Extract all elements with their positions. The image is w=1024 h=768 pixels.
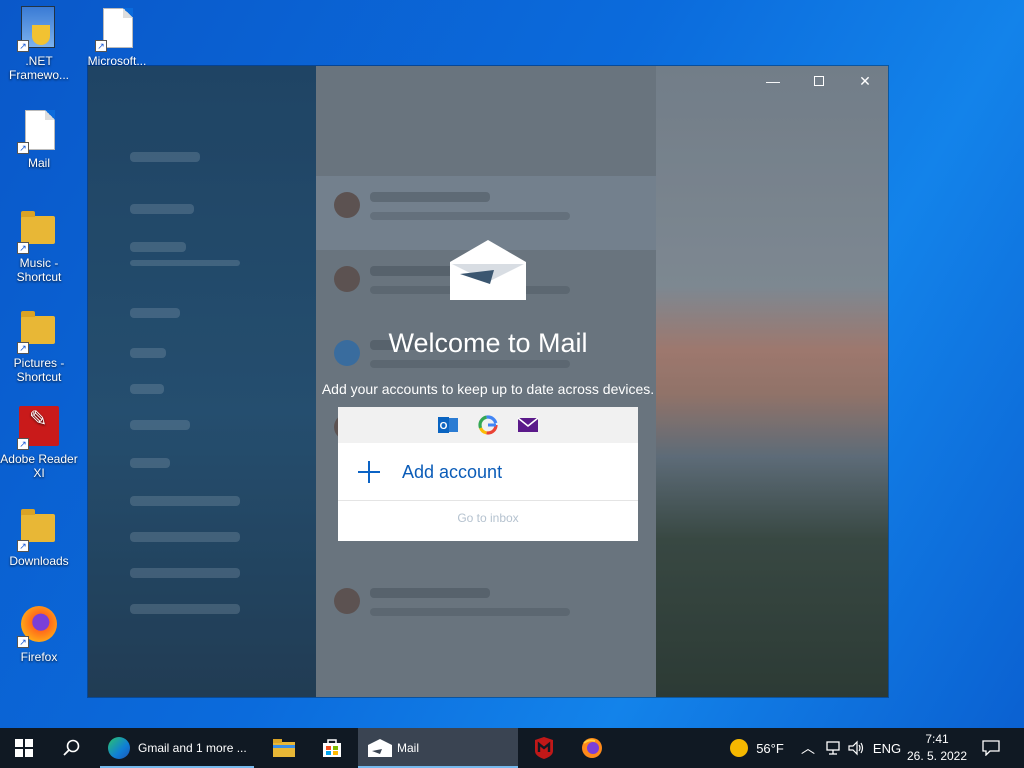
desktop-icon-firefox[interactable]: ↗ Firefox (0, 602, 78, 664)
account-card: O Add account Go to inbox (338, 407, 638, 541)
document-icon (103, 8, 133, 48)
welcome-title: Welcome to Mail (388, 328, 588, 358)
desktop-icon-dotnet[interactable]: ↗ .NET Framewo... (0, 6, 78, 82)
taskbar-app-label: Gmail and 1 more ... (138, 741, 247, 755)
show-hidden-icons-button[interactable]: ︿ (798, 728, 818, 768)
desktop-icon-label: Downloads (9, 554, 69, 568)
start-button[interactable] (0, 728, 48, 768)
weather-temperature: 56°F (756, 740, 784, 756)
outlook-icon: O (437, 414, 459, 436)
volume-icon[interactable] (846, 728, 868, 768)
sun-icon (730, 739, 749, 757)
maximize-icon (814, 76, 824, 86)
document-icon (25, 110, 55, 150)
desktop-icon-microsoft[interactable]: ↗ Microsoft... (78, 6, 156, 68)
taskbar-app-label: Mail (397, 741, 420, 755)
desktop-icon-downloads[interactable]: ↗ Downloads (0, 506, 78, 568)
taskbar-app-mail[interactable]: Mail (358, 728, 518, 768)
desktop-icon-label: Mail (27, 156, 50, 170)
taskbar-app-file-explorer[interactable] (260, 728, 308, 768)
desktop-icon-music[interactable]: ↗ Music - Shortcut (0, 208, 78, 284)
mail-envelope-icon (450, 240, 526, 300)
clock-time: 7:41 (925, 732, 949, 746)
network-icon[interactable] (822, 728, 844, 768)
close-button[interactable]: ✕ (842, 66, 888, 96)
clock[interactable]: 7:41 26. 5. 2022 (904, 728, 970, 768)
desktop-icon-adobe-reader[interactable]: ↗ Adobe Reader XI (0, 404, 78, 480)
add-account-button[interactable]: Add account (338, 444, 638, 500)
taskbar-app-store[interactable] (308, 728, 356, 768)
notifications-button[interactable] (976, 728, 1006, 768)
file-explorer-icon (273, 739, 295, 757)
welcome-subtitle: Add your accounts to keep up to date acr… (321, 381, 655, 397)
clock-date: 26. 5. 2022 (906, 749, 968, 763)
taskbar-app-edge[interactable]: Gmail and 1 more ... (100, 728, 254, 768)
mail-icon (368, 739, 392, 757)
search-button[interactable] (48, 728, 96, 768)
add-account-label: Add account (402, 461, 503, 482)
language-indicator[interactable]: ENG (872, 728, 902, 768)
provider-row: O (338, 407, 638, 443)
minimize-button[interactable]: — (750, 66, 796, 96)
taskbar-app-mcafee[interactable] (520, 728, 568, 768)
search-icon (63, 739, 80, 756)
desktop-icon-pictures[interactable]: ↗ Pictures - Shortcut (0, 308, 78, 384)
taskbar-app-firefox[interactable] (568, 728, 616, 768)
firefox-icon (582, 738, 602, 758)
desktop-icon-label: Adobe Reader XI (0, 452, 78, 480)
divider (338, 500, 638, 501)
google-icon (477, 414, 499, 436)
svg-text:O: O (440, 421, 448, 432)
store-icon (323, 739, 341, 757)
desktop-icon-mail[interactable]: ↗ Mail (0, 108, 78, 170)
folder-icon (21, 211, 55, 244)
weather-widget[interactable]: 56°F (724, 728, 790, 768)
folder-icon (21, 509, 55, 542)
notification-icon (982, 740, 1000, 756)
edge-icon (108, 737, 130, 759)
maximize-button[interactable] (796, 66, 842, 96)
mail-window[interactable]: — ✕ Welcome to Mail Add your accounts to… (88, 66, 888, 697)
desktop-icon-label: Firefox (20, 650, 58, 664)
mcafee-icon (535, 737, 553, 759)
chevron-up-icon: ︿ (801, 740, 815, 756)
windows-logo-icon (15, 739, 33, 757)
desktop-icon-label: Music - Shortcut (16, 256, 62, 284)
taskbar: Gmail and 1 more ... Mail 56°F ︿ ENG 7:4… (0, 728, 1024, 768)
go-to-inbox-link[interactable]: Go to inbox (338, 511, 638, 525)
desktop-icon-label: .NET Framewo... (8, 54, 69, 82)
plus-icon (358, 461, 380, 483)
desktop-icon-label: Pictures - Shortcut (13, 356, 65, 384)
yahoo-mail-icon (517, 414, 539, 436)
folder-icon (21, 311, 55, 344)
